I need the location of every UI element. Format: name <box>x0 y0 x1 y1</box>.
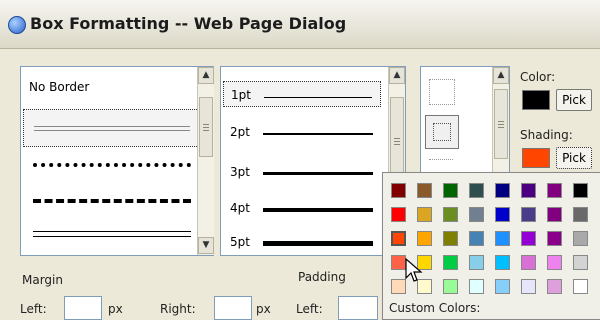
width-label: 5pt <box>230 235 250 249</box>
custom-colors-label: Custom Colors: <box>389 301 481 315</box>
palette-color-swatch[interactable] <box>495 231 510 246</box>
color-palette-popup[interactable]: Custom Colors: <box>382 172 600 320</box>
border-style-list[interactable]: No Border ▲ ▼ <box>20 66 214 256</box>
palette-color-swatch[interactable] <box>469 207 484 222</box>
window-title: Box Formatting -- Web Page Dialog <box>30 14 347 33</box>
scroll-thumb[interactable] <box>199 97 213 157</box>
shading-label: Shading: <box>520 128 573 142</box>
palette-color-swatch[interactable] <box>573 207 588 222</box>
color-swatch <box>522 90 550 110</box>
palette-color-swatch[interactable] <box>495 183 510 198</box>
padding-left-label: Left: <box>296 302 323 316</box>
color-pick-button[interactable]: Pick <box>556 89 592 111</box>
shading-pick-button[interactable]: Pick <box>556 147 592 169</box>
scroll-down-icon[interactable]: ▼ <box>198 237 214 254</box>
ie-globe-icon <box>8 16 26 34</box>
margin-left-label: Left: <box>20 302 47 316</box>
palette-color-swatch[interactable] <box>547 255 562 270</box>
palette-color-swatch[interactable] <box>495 255 510 270</box>
scroll-thumb[interactable] <box>494 89 508 159</box>
border-width-list[interactable]: 1pt 2pt 3pt 4pt 5pt ▲ <box>220 66 406 256</box>
palette-color-swatch[interactable] <box>469 255 484 270</box>
margin-right-input[interactable] <box>214 296 252 320</box>
margin-left-input[interactable] <box>64 296 102 320</box>
title-bar: Box Formatting -- Web Page Dialog <box>0 0 600 49</box>
width-option[interactable]: 3pt <box>223 159 381 185</box>
width-label: 2pt <box>230 125 250 139</box>
width-label: 4pt <box>230 201 250 215</box>
width-option[interactable]: 1pt <box>223 81 381 107</box>
palette-color-swatch[interactable] <box>521 255 536 270</box>
palette-color-swatch[interactable] <box>573 279 588 294</box>
mouse-pointer-icon <box>404 257 426 284</box>
palette-color-swatch[interactable] <box>521 231 536 246</box>
width-option[interactable]: 4pt <box>223 195 381 221</box>
margin-title: Margin <box>22 273 63 287</box>
palette-color-swatch[interactable] <box>417 183 432 198</box>
palette-color-swatch[interactable] <box>417 207 432 222</box>
color-label: Color: <box>520 70 556 84</box>
palette-color-swatch[interactable] <box>547 207 562 222</box>
padding-left-input[interactable] <box>338 296 378 320</box>
palette-color-swatch[interactable] <box>521 279 536 294</box>
palette-color-swatch[interactable] <box>547 279 562 294</box>
palette-color-swatch[interactable] <box>443 183 458 198</box>
palette-color-swatch[interactable] <box>547 231 562 246</box>
palette-color-swatch[interactable] <box>443 279 458 294</box>
palette-color-swatch[interactable] <box>573 255 588 270</box>
border-list-scrollbar[interactable]: ▲ ▼ <box>197 67 214 255</box>
padding-title: Padding <box>298 270 346 284</box>
palette-color-swatch[interactable] <box>443 255 458 270</box>
palette-color-swatch[interactable] <box>573 183 588 198</box>
border-option-double[interactable] <box>23 217 201 255</box>
margin-right-unit: px <box>256 302 271 316</box>
border-option-dotted[interactable] <box>23 147 201 185</box>
outline-center-icon[interactable] <box>425 115 459 149</box>
outline-all-icon[interactable] <box>429 79 455 105</box>
palette-color-swatch[interactable] <box>547 183 562 198</box>
palette-color-swatch[interactable] <box>521 183 536 198</box>
palette-color-swatch[interactable] <box>391 231 406 246</box>
width-label: 1pt <box>231 88 251 102</box>
palette-color-swatch[interactable] <box>495 207 510 222</box>
palette-color-swatch[interactable] <box>443 207 458 222</box>
palette-color-swatch[interactable] <box>469 183 484 198</box>
palette-color-swatch[interactable] <box>495 279 510 294</box>
width-label: 3pt <box>230 165 250 179</box>
border-option-none[interactable]: No Border <box>23 69 201 107</box>
palette-color-swatch[interactable] <box>469 279 484 294</box>
shading-swatch <box>522 148 550 168</box>
scroll-up-icon[interactable]: ▲ <box>493 67 509 84</box>
width-option[interactable]: 5pt <box>223 229 381 255</box>
border-option-double-thin[interactable] <box>23 109 201 147</box>
palette-color-swatch[interactable] <box>469 231 484 246</box>
scroll-up-icon[interactable]: ▲ <box>389 67 405 84</box>
border-position-list[interactable]: ▲ <box>420 66 510 178</box>
width-option[interactable]: 2pt <box>223 119 381 145</box>
palette-color-swatch[interactable] <box>443 231 458 246</box>
border-option-label: No Border <box>29 80 90 94</box>
palette-color-swatch[interactable] <box>417 231 432 246</box>
margin-right-label: Right: <box>160 302 196 316</box>
position-list-scrollbar[interactable]: ▲ <box>492 67 509 177</box>
palette-color-swatch[interactable] <box>391 183 406 198</box>
palette-color-swatch[interactable] <box>391 207 406 222</box>
palette-color-swatch[interactable] <box>521 207 536 222</box>
scroll-up-icon[interactable]: ▲ <box>198 67 214 84</box>
margin-left-unit: px <box>108 302 123 316</box>
palette-color-swatch[interactable] <box>573 231 588 246</box>
